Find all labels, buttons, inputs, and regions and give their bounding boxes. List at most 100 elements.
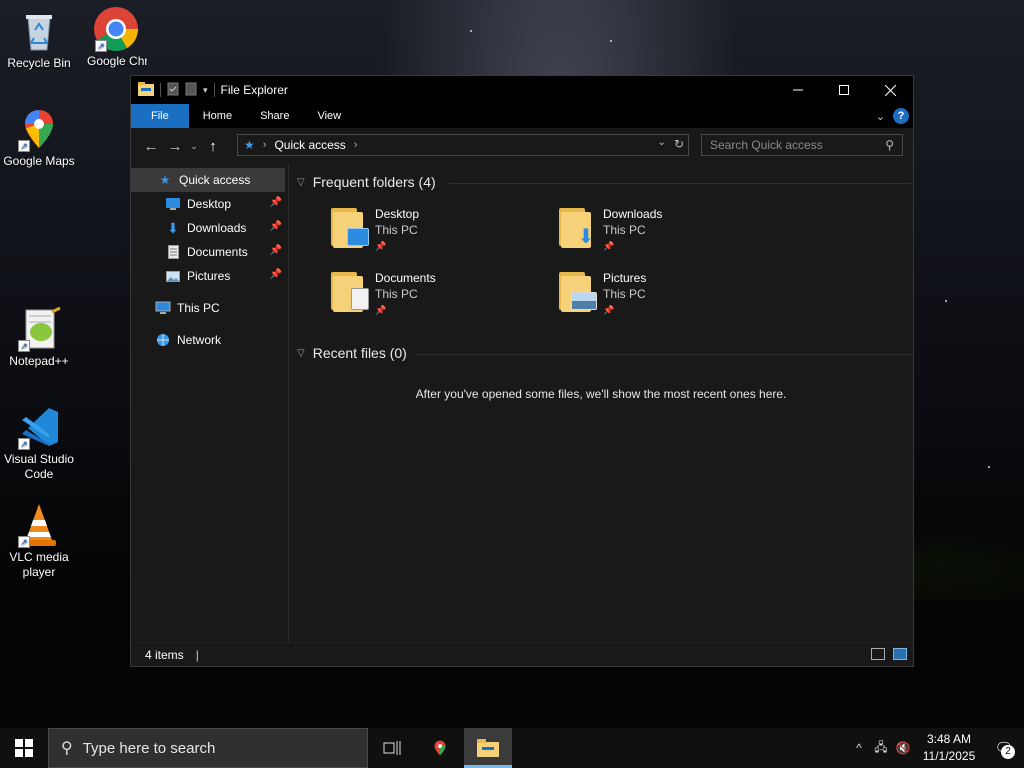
details-view-button[interactable] bbox=[871, 648, 885, 660]
recent-locations-chevron-icon[interactable]: ⌄ bbox=[187, 141, 201, 152]
vscode-icon: ↗ bbox=[16, 404, 62, 450]
address-bar[interactable]: ★ › Quick access › ⌄ ↻ bbox=[237, 134, 689, 156]
file-explorer-window: ▾ File Explorer File Home Share View ⌄ ?… bbox=[130, 75, 914, 667]
chevron-down-icon: ▽ bbox=[297, 176, 305, 188]
search-icon: ⚲ bbox=[61, 740, 73, 757]
download-arrow-icon: ⬇ bbox=[577, 226, 595, 248]
picture-icon bbox=[165, 268, 181, 284]
sidebar-item-downloads[interactable]: ⬇ Downloads 📌 bbox=[131, 216, 288, 240]
pin-icon[interactable]: 📌 bbox=[270, 197, 282, 208]
address-dropdown-icon[interactable]: ⌄ bbox=[658, 137, 666, 151]
sidebar-item-this-pc[interactable]: This PC bbox=[131, 296, 288, 320]
clock[interactable]: 3:48 AM 11/1/2025 bbox=[914, 731, 984, 765]
sidebar-item-label: Documents bbox=[187, 245, 248, 259]
pin-icon[interactable]: 📌 bbox=[270, 269, 282, 280]
help-button[interactable]: ? bbox=[893, 108, 909, 124]
network-icon bbox=[155, 332, 171, 348]
pin-icon: 📌 bbox=[603, 305, 615, 315]
taskbar-search-placeholder: Type here to search bbox=[82, 739, 216, 757]
search-input[interactable]: Search Quick access ⚲ bbox=[701, 134, 903, 156]
breadcrumb[interactable]: Quick access bbox=[274, 138, 345, 152]
quick-access-toolbar: ▾ bbox=[131, 81, 215, 99]
up-button[interactable]: ↑ bbox=[201, 138, 225, 155]
sidebar-item-documents[interactable]: Documents 📌 bbox=[131, 240, 288, 264]
volume-muted-icon[interactable]: 🔇 bbox=[892, 741, 914, 755]
maximize-button[interactable] bbox=[821, 76, 867, 104]
taskbar-maps-button[interactable] bbox=[416, 728, 464, 768]
forward-button[interactable]: → bbox=[163, 138, 187, 155]
sidebar-item-label: Network bbox=[177, 333, 222, 347]
pin-icon[interactable]: 📌 bbox=[270, 221, 282, 232]
desktop-icon-notepadpp[interactable]: ↗ Notepad++ bbox=[0, 306, 78, 369]
customize-toolbar-icon[interactable]: ▾ bbox=[203, 85, 208, 96]
sidebar-item-label: Pictures bbox=[187, 269, 231, 283]
back-button[interactable]: ← bbox=[139, 138, 163, 155]
clock-date: 11/1/2025 bbox=[922, 749, 976, 763]
explorer-body: ★ Quick access Desktop 📌 ⬇ Downloads 📌 D… bbox=[131, 164, 913, 644]
show-hidden-icons-chevron-icon[interactable]: ^ bbox=[848, 741, 870, 755]
title-bar[interactable]: ▾ File Explorer bbox=[131, 76, 913, 104]
clock-time: 3:48 AM bbox=[926, 732, 972, 746]
pin-icon: 📌 bbox=[375, 305, 387, 315]
desktop-icon-vlc[interactable]: ↗ VLC media player bbox=[0, 502, 78, 580]
tab-view[interactable]: View bbox=[303, 104, 355, 128]
task-view-button[interactable] bbox=[368, 728, 416, 768]
taskbar-file-explorer-button[interactable] bbox=[464, 728, 512, 768]
tab-home[interactable]: Home bbox=[189, 104, 246, 128]
folder-tile-documents[interactable]: Documents This PC 📌 bbox=[329, 270, 549, 326]
expand-ribbon-chevron-icon[interactable]: ⌄ bbox=[876, 110, 885, 123]
window-controls bbox=[775, 76, 913, 104]
system-tray: ^ 🖧 🔇 3:48 AM 11/1/2025 🗨 2 bbox=[848, 728, 1024, 768]
recent-empty-message: After you've opened some files, we'll sh… bbox=[415, 387, 787, 401]
vlc-icon: ↗ bbox=[16, 502, 62, 548]
sidebar-item-label: This PC bbox=[177, 301, 220, 315]
desktop-icon-google-maps[interactable]: ↗ Google Maps bbox=[0, 106, 78, 169]
group-title: Frequent folders (4) bbox=[312, 174, 436, 190]
network-status-icon[interactable]: 🖧 bbox=[870, 738, 892, 759]
desktop-overlay-icon bbox=[347, 228, 369, 246]
folder-tile-desktop[interactable]: Desktop This PC 📌 bbox=[329, 206, 549, 262]
tab-share[interactable]: Share bbox=[246, 104, 303, 128]
new-folder-icon[interactable] bbox=[185, 82, 197, 99]
folder-tile-downloads[interactable]: ⬇ Downloads This PC 📌 bbox=[557, 206, 777, 262]
item-count: 4 items bbox=[145, 647, 184, 662]
toolbar-separator bbox=[160, 83, 161, 97]
folder-icon: ⬇ bbox=[557, 206, 597, 250]
action-center-button[interactable]: 🗨 2 bbox=[984, 728, 1024, 768]
desktop-icon-chrome[interactable]: ↗ Google Chrome bbox=[77, 6, 155, 69]
sidebar-item-pictures[interactable]: Pictures 📌 bbox=[131, 264, 288, 288]
close-button[interactable] bbox=[867, 76, 913, 104]
content-pane: ▽ Frequent folders (4) Desktop This PC 📌 bbox=[289, 164, 913, 644]
pin-icon[interactable]: 📌 bbox=[270, 245, 282, 256]
window-title: File Explorer bbox=[220, 83, 288, 97]
status-bar: 4 items | bbox=[131, 642, 913, 666]
picture-overlay-icon bbox=[571, 292, 597, 310]
task-view-icon bbox=[383, 741, 401, 755]
group-divider bbox=[417, 354, 911, 355]
frequent-folders-header[interactable]: ▽ Frequent folders (4) bbox=[297, 174, 436, 190]
folder-icon bbox=[329, 206, 369, 250]
large-icons-view-button[interactable] bbox=[893, 648, 907, 660]
sidebar-item-network[interactable]: Network bbox=[131, 328, 288, 352]
desktop-icon-recycle-bin[interactable]: Recycle Bin bbox=[0, 8, 78, 71]
start-button[interactable] bbox=[0, 728, 48, 768]
desktop-icon-vscode[interactable]: ↗ Visual Studio Code bbox=[0, 404, 78, 482]
recent-files-header[interactable]: ▽ Recent files (0) bbox=[297, 345, 407, 361]
search-icon: ⚲ bbox=[885, 138, 894, 152]
pin-icon: 📌 bbox=[375, 241, 387, 251]
toolbar-separator bbox=[213, 83, 215, 97]
folder-tile-pictures[interactable]: Pictures This PC 📌 bbox=[557, 270, 777, 326]
windows-logo-icon bbox=[15, 739, 33, 757]
refresh-icon[interactable]: ↻ bbox=[674, 137, 684, 151]
notepadpp-icon: ↗ bbox=[16, 306, 62, 352]
properties-icon[interactable] bbox=[167, 82, 179, 99]
file-explorer-icon bbox=[477, 739, 499, 757]
tab-file[interactable]: File bbox=[131, 104, 189, 128]
folder-icon bbox=[329, 270, 369, 314]
taskbar-search-input[interactable]: ⚲ Type here to search bbox=[48, 728, 368, 768]
sidebar-item-quick-access[interactable]: ★ Quick access bbox=[131, 168, 285, 192]
folder-location: This PC bbox=[375, 223, 418, 237]
chevron-down-icon: ▽ bbox=[297, 347, 305, 359]
minimize-button[interactable] bbox=[775, 76, 821, 104]
sidebar-item-desktop[interactable]: Desktop 📌 bbox=[131, 192, 288, 216]
